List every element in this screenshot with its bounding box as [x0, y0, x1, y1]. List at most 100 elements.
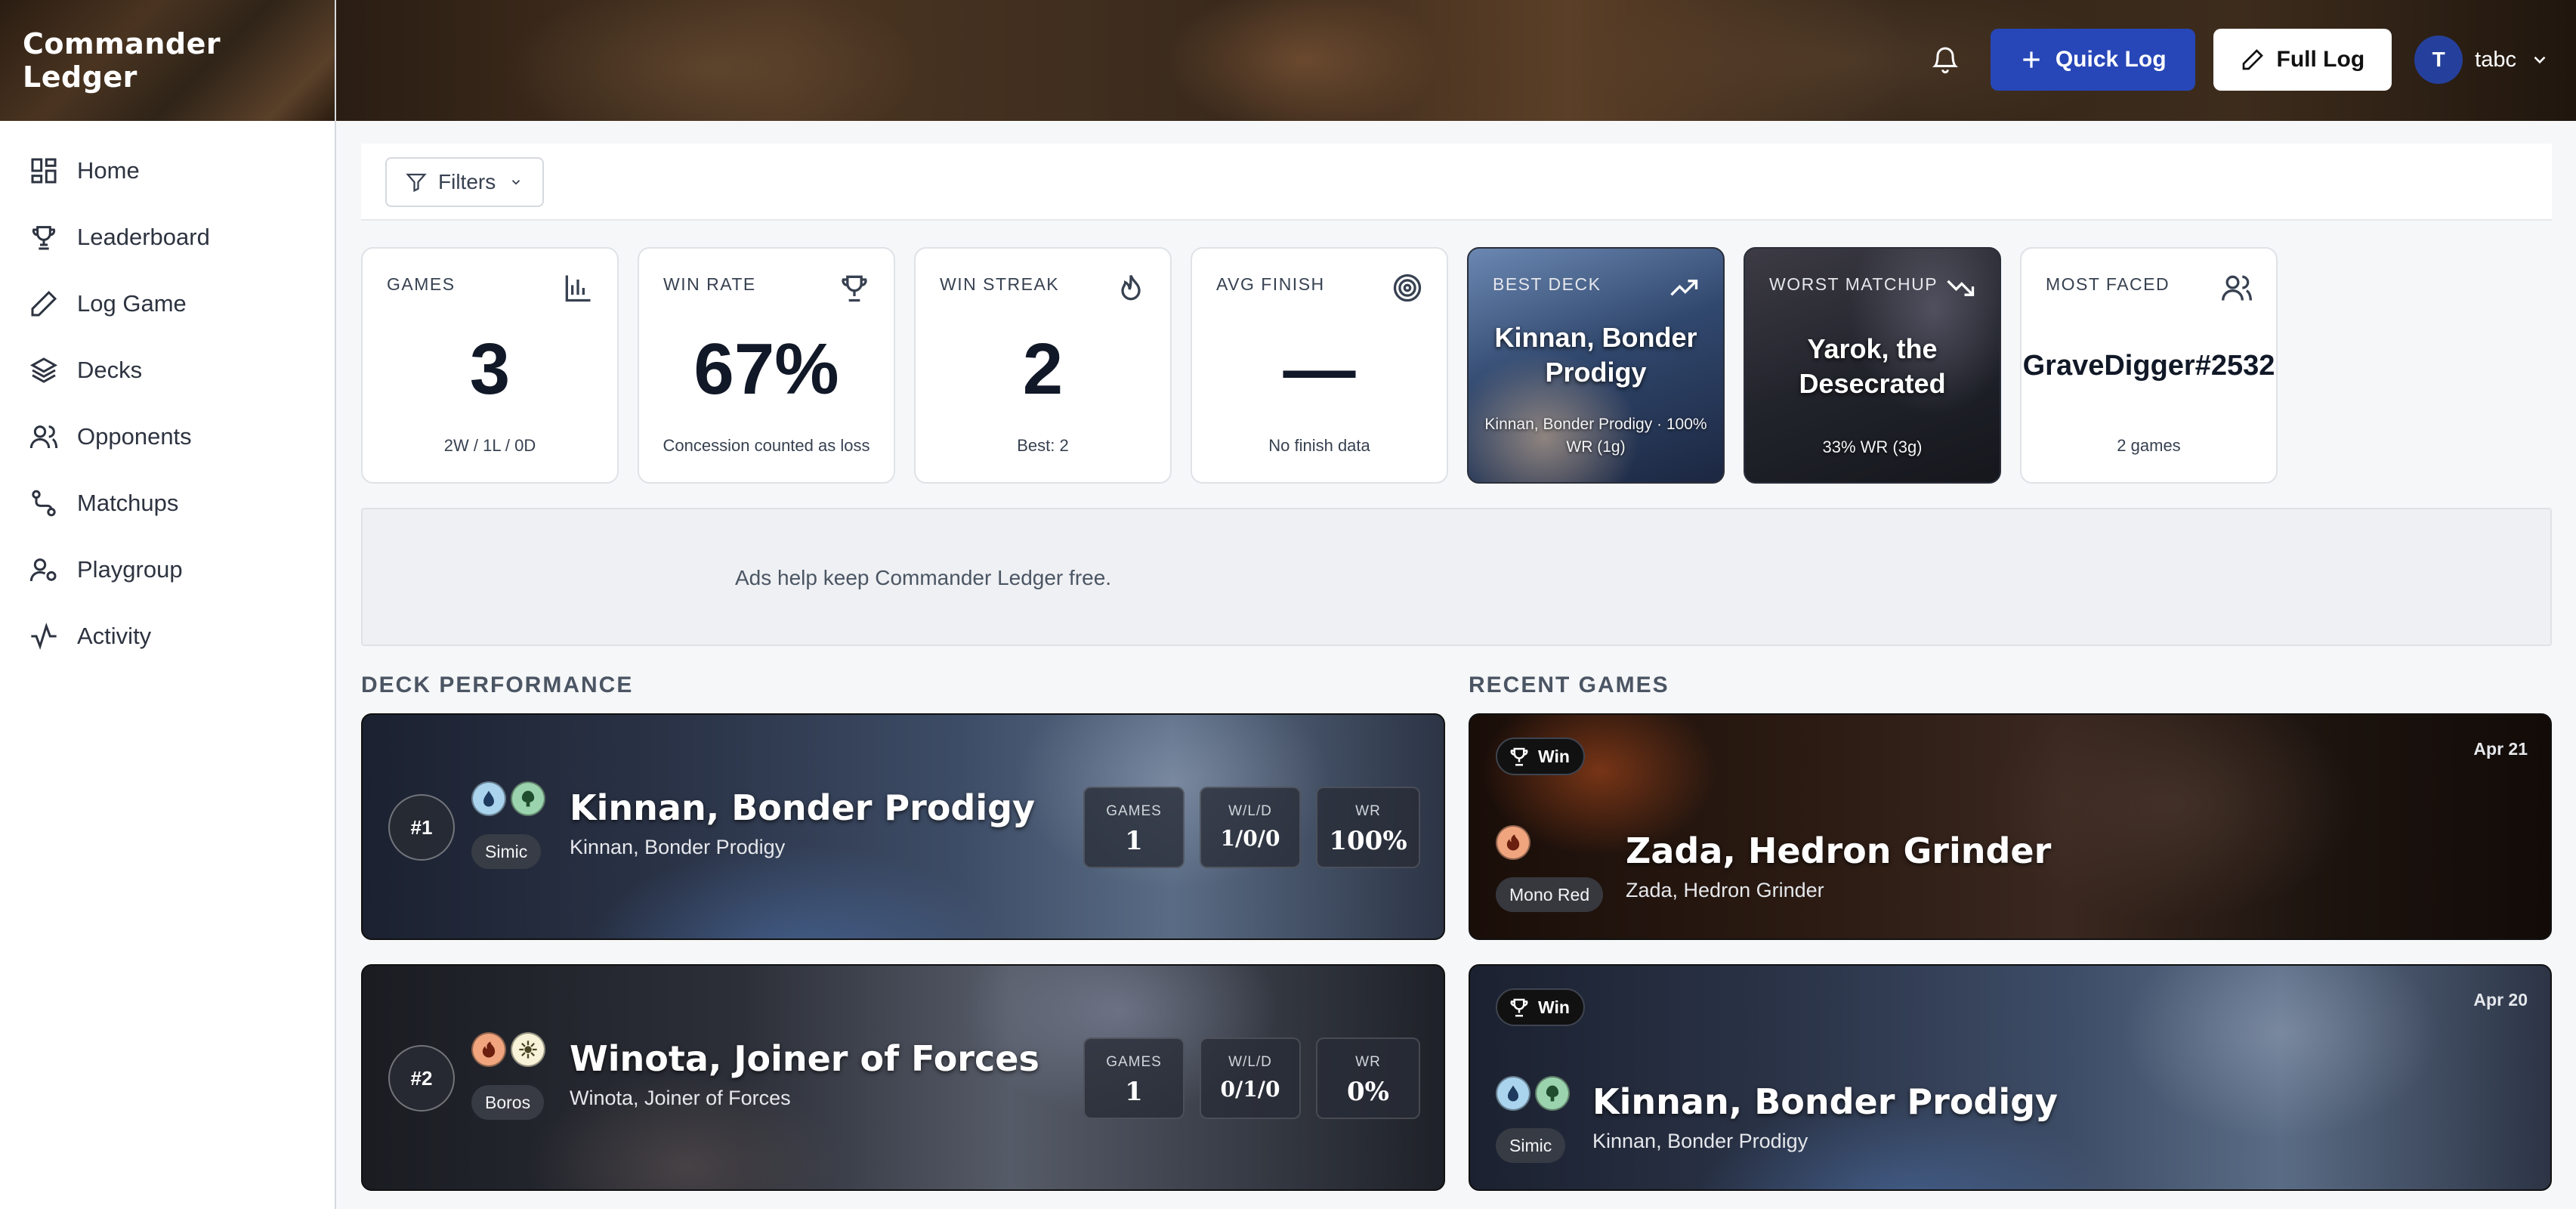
- quick-log-button[interactable]: Quick Log: [1990, 29, 2195, 91]
- deck-name: Kinnan, Bonder Prodigy: [1592, 1081, 2059, 1122]
- app-logo[interactable]: Commander Ledger: [0, 0, 335, 121]
- deck-name: Kinnan, Bonder Prodigy: [570, 787, 1036, 828]
- color-identity: [1496, 1076, 1574, 1111]
- stat-value: 1: [1125, 826, 1143, 856]
- red-mana-icon: [471, 1032, 506, 1067]
- sidebar-item-label: Activity: [77, 623, 152, 649]
- user-group-icon: [29, 558, 57, 582]
- commander-name: Kinnan, Bonder Prodigy: [570, 836, 786, 858]
- ad-banner: Ads help keep Commander Ledger free.: [361, 508, 2552, 646]
- result-label: Win: [1538, 746, 1570, 766]
- pencil-icon: [2242, 49, 2263, 70]
- stat-subtext: 2W / 1L / 0D: [443, 436, 536, 455]
- stat-label: GAMES: [1106, 803, 1162, 819]
- color-identity: [471, 781, 550, 816]
- avatar[interactable]: T: [2414, 36, 2463, 84]
- ad-text: Ads help keep Commander Ledger free.: [735, 566, 1112, 589]
- dashboard-icon: [31, 158, 57, 184]
- sidebar-nav: Home Leaderboard Log Game Decks Opponent…: [0, 121, 335, 669]
- stat-card-games: GAMES 3 2W / 1L / 0D: [361, 247, 619, 484]
- sidebar-item-label: Decks: [77, 357, 143, 383]
- stat-card-most-faced[interactable]: MOST FACED GraveDigger#2532 2 games: [2020, 247, 2278, 484]
- stat-card-worst-matchup[interactable]: WORST MATCHUP Yarok, the Desecrated 33% …: [1744, 247, 2001, 484]
- game-date: Apr 20: [2473, 990, 2528, 1010]
- stat-value: 1/0/0: [1220, 826, 1280, 851]
- green-mana-icon: [511, 781, 545, 816]
- sidebar-item-decks[interactable]: Decks: [0, 337, 335, 404]
- header-actions: Quick Log Full Log T tabc: [1924, 28, 2550, 91]
- stat-label: GAMES: [1106, 1054, 1162, 1070]
- stat-label: WR: [1355, 1054, 1381, 1070]
- stat-value: 100%: [1329, 826, 1407, 856]
- sidebar-item-matchups[interactable]: Matchups: [0, 470, 335, 536]
- stat-subtext: 2 games: [2117, 436, 2181, 455]
- wld-stat: W/L/D 1/0/0: [1200, 787, 1301, 868]
- most-faced-name: GraveDigger#2532: [2022, 350, 2275, 382]
- stat-label: GAMES: [387, 274, 456, 294]
- pencil-icon: [31, 290, 57, 317]
- game-card[interactable]: Win Apr 20 Simic Kinnan, Bonder Prodigy …: [1469, 964, 2552, 1191]
- game-card[interactable]: Win Apr 21 Mono Red Zada, Hedron Grinder…: [1469, 713, 2552, 940]
- route-icon: [32, 490, 56, 517]
- stat-subtext: Concession counted as loss: [663, 436, 870, 455]
- green-mana-icon: [1535, 1076, 1570, 1111]
- sidebar-item-opponents[interactable]: Opponents: [0, 404, 335, 470]
- color-identity-badge: Simic: [1496, 1128, 1566, 1163]
- stat-subtext: No finish data: [1268, 436, 1370, 455]
- trending-up-icon: [1670, 280, 1698, 296]
- sidebar-item-activity[interactable]: Activity: [0, 603, 335, 669]
- full-log-label: Full Log: [2276, 47, 2365, 72]
- filter-bar: Filters: [361, 144, 2552, 221]
- deck-performance-title: DECK PERFORMANCE: [361, 673, 634, 697]
- recent-games-title: RECENT GAMES: [1469, 673, 1669, 697]
- stat-subtext: 33% WR (3g): [1822, 438, 1923, 456]
- stat-card-win-streak: WIN STREAK 2 Best: 2: [914, 247, 1172, 484]
- activity-icon: [31, 623, 57, 650]
- plus-icon: [2023, 51, 2040, 68]
- color-identity-badge: Mono Red: [1496, 877, 1604, 912]
- sidebar-item-label: Home: [77, 157, 140, 184]
- stat-label: WIN STREAK: [940, 274, 1060, 294]
- color-identity: [471, 1032, 550, 1067]
- user-name[interactable]: tabc: [2475, 48, 2516, 73]
- deck-card[interactable]: #2 Boros Winota, Joiner of Forces Winota…: [361, 964, 1445, 1191]
- stat-value: 0/1/0: [1220, 1077, 1280, 1102]
- sidebar-item-leaderboard[interactable]: Leaderboard: [0, 204, 335, 271]
- stat-value: 1: [1125, 1077, 1143, 1107]
- trending-down-icon: [1947, 280, 1975, 296]
- trophy-icon: [32, 226, 56, 250]
- quick-log-label: Quick Log: [2055, 47, 2167, 72]
- sidebar-item-playgroup[interactable]: Playgroup: [0, 536, 335, 603]
- trophy-icon: [842, 275, 867, 302]
- stat-card-win-rate: WIN RATE 67% Concession counted as loss: [638, 247, 895, 484]
- users-icon: [2222, 275, 2252, 301]
- wr-stat: WR 0%: [1316, 1037, 1420, 1119]
- stat-card-best-deck[interactable]: BEST DECK Kinnan, Bonder Prodigy Kinnan,…: [1467, 247, 1725, 484]
- color-identity: [1496, 825, 1535, 860]
- chevron-down-icon[interactable]: [2530, 50, 2550, 70]
- top-header: Quick Log Full Log T tabc: [336, 0, 2576, 121]
- sidebar-item-label: Leaderboard: [77, 224, 210, 250]
- full-log-button[interactable]: Full Log: [2213, 29, 2392, 91]
- stat-label: WIN RATE: [663, 274, 756, 294]
- stat-label: WR: [1355, 803, 1381, 819]
- stat-label: MOST FACED: [2046, 274, 2170, 294]
- trophy-icon: [1510, 998, 1528, 1017]
- sidebar-item-log-game[interactable]: Log Game: [0, 271, 335, 337]
- stat-subtext: Best: 2: [1017, 436, 1069, 455]
- games-stat: GAMES 1: [1083, 787, 1185, 868]
- blue-mana-icon: [471, 781, 506, 816]
- stat-card-avg-finish: AVG FINISH — No finish data: [1191, 247, 1448, 484]
- deck-card[interactable]: #1 Simic Kinnan, Bonder Prodigy Kinnan, …: [361, 713, 1445, 940]
- stat-label: WORST MATCHUP: [1769, 274, 1938, 294]
- filters-button[interactable]: Filters: [385, 157, 544, 207]
- sidebar-item-home[interactable]: Home: [0, 138, 335, 204]
- stat-subtext: Kinnan, Bonder Prodigy · 100% WR (1g): [1484, 416, 1707, 456]
- deck-rank: #2: [388, 1045, 455, 1112]
- sidebar-item-label: Opponents: [77, 423, 192, 450]
- target-icon: [1393, 274, 1422, 302]
- notifications-button[interactable]: [1924, 39, 1966, 81]
- sidebar: Commander Ledger Home Leaderboard Log Ga…: [0, 0, 336, 1209]
- sidebar-item-label: Playgroup: [77, 556, 183, 583]
- flame-icon: [1121, 274, 1141, 301]
